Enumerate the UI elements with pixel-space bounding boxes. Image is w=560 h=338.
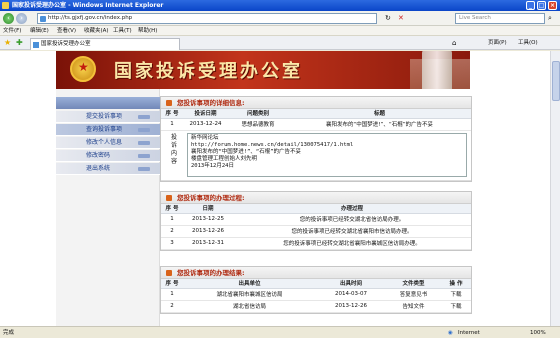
column-header: 日期 [183,204,233,214]
zoom-level[interactable]: 100% [530,327,546,338]
minimize-button[interactable]: _ [526,1,535,10]
globe-icon: ◉ [448,330,453,336]
sidebar-bullet [138,154,150,158]
url-field[interactable]: http://ts.gjxfj.gov.cn/index.php [37,13,377,24]
table-row: 2 湖北省信访局 2013-12-26 告知文件 下载 [161,300,471,313]
complaint-content: 投诉内容 新华网论坛 http://forum.home.news.cn/det… [161,131,471,181]
table-row: 1 2013-12-25 您的投诉事项已经转交湖北省信访局办理。 [161,213,471,226]
sidebar-item-password[interactable]: 修改密码 [56,150,160,162]
sidebar-bullet [138,167,150,171]
result-table: 序 号 出具单位 出具时间 文件类型 操 作 1 湖北省襄阳市襄城区信访局 20… [161,279,471,313]
section-icon [166,100,172,106]
column-header: 标题 [288,109,471,119]
window-title: 国家投诉受理办公室 - Windows Internet Explorer [12,2,164,9]
sidebar-header [56,97,160,109]
process-panel: 您投诉事项的办理过程: 序 号 日期 办理过程 1 2013-12-25 您的投诉事… [160,191,472,251]
close-button[interactable]: × [548,1,557,10]
page-icon [40,16,46,22]
menu-file[interactable]: 文件(F) [3,26,21,36]
menu-bar: 文件(F) 编辑(E) 查看(V) 收藏夹(A) 工具(T) 帮助(H) [0,26,560,36]
browser-window: 国家投诉受理办公室 - Windows Internet Explorer _ … [0,0,560,338]
forward-button[interactable]: › [16,13,27,24]
column-header: 序 号 [161,109,183,119]
back-button[interactable]: ‹ [3,13,14,24]
title-bar: 国家投诉受理办公室 - Windows Internet Explorer _ … [0,0,560,11]
column-header: 问题类别 [228,109,288,119]
sidebar: 提交投诉事项 查询投诉事项 修改个人信息 修改密码 退出系统 [56,89,160,326]
huabiao-pillar-icon [422,51,452,89]
banner-title: 国家投诉受理办公室 [114,61,303,82]
sidebar-bullet [138,115,150,119]
home-icon[interactable]: ⌂ [452,38,456,48]
result-heading: 您投诉事项的办理结果: [161,267,471,279]
add-favorite-icon[interactable]: ✚ [16,39,23,47]
table-row: 3 2013-12-31 您的投诉事项已经转交湖北省襄阳市襄城区信访局办理。 [161,237,471,250]
menu-edit[interactable]: 编辑(E) [30,26,49,36]
maximize-button[interactable]: □ [537,1,546,10]
sidebar-item-logout[interactable]: 退出系统 [56,163,160,175]
search-icon[interactable]: ⌕ [548,14,552,23]
page-content: 国家投诉受理办公室 提交投诉事项 查询投诉事项 修改个人信息 修改密码 退出系统… [0,51,560,326]
details-table: 序 号 投诉日期 问题类别 标题 1 2013-12-24 思想品德教育 襄阳发… [161,109,471,131]
section-icon [166,270,172,276]
table-row: 1 2013-12-24 思想品德教育 襄阳发布的“中国梦进!”、“石棍”的广告… [161,118,471,131]
favorites-star-icon[interactable]: ★ [4,39,11,47]
column-header: 操 作 [441,279,471,289]
tab-bar: ★ ✚ 国家投诉受理办公室 ⌂ 页面(P) 工具(O) [0,36,560,50]
refresh-icon[interactable]: ↻ [385,14,391,22]
download-link[interactable]: 下载 [441,300,471,313]
result-panel: 您投诉事项的办理结果: 序 号 出具单位 出具时间 文件类型 操 作 1 湖北省… [160,266,472,314]
tab-current[interactable]: 国家投诉受理办公室 [30,38,180,50]
tools-menu[interactable]: 工具(O) [518,38,538,48]
tab-page-icon [33,42,39,48]
menu-help[interactable]: 帮助(H) [138,26,157,36]
sidebar-bullet [138,128,150,132]
section-icon [166,195,172,201]
column-header: 序 号 [161,204,183,214]
zone-label: Internet [458,330,480,336]
sidebar-item-submit[interactable]: 提交投诉事项 [56,111,160,123]
details-heading: 您投诉事项的详细信息: [161,97,471,109]
download-link[interactable]: 下载 [441,288,471,301]
column-header: 文件类型 [386,279,441,289]
site-banner: 国家投诉受理办公室 [56,51,470,89]
menu-tools[interactable]: 工具(T) [113,26,132,36]
process-heading: 您投诉事项的办理过程: [161,192,471,204]
search-input[interactable]: Live Search [455,13,545,24]
stop-icon[interactable]: ✕ [398,14,404,22]
process-table: 序 号 日期 办理过程 1 2013-12-25 您的投诉事项已经转交湖北省信访局办… [161,204,471,250]
column-header: 序 号 [161,279,183,289]
table-row: 2 2013-12-26 您的投诉事项已经转交湖北省襄阳市信访局办理。 [161,225,471,238]
content-label: 投诉内容 [170,133,177,165]
table-row: 1 湖北省襄阳市襄城区信访局 2014-03-07 答复意见书 下载 [161,288,471,301]
column-header: 出具单位 [183,279,316,289]
menu-favorites[interactable]: 收藏夹(A) [84,26,109,36]
page-menu[interactable]: 页面(P) [488,38,507,48]
national-emblem-icon [70,56,96,82]
sidebar-item-profile[interactable]: 修改个人信息 [56,137,160,149]
sidebar-bullet [138,141,150,145]
content-textarea[interactable]: 新华网论坛 http://forum.home.news.cn/detail/1… [187,132,467,177]
column-header: 办理过程 [233,204,471,214]
scrollbar-thumb[interactable] [552,61,560,101]
menu-view[interactable]: 查看(V) [57,26,76,36]
details-panel: 您投诉事项的详细信息: 序 号 投诉日期 问题类别 标题 1 2013-12-2… [160,96,472,182]
ie-icon [2,2,9,9]
status-text: 完成 [3,330,15,336]
status-bar: 完成 ◉ Internet 100% [0,326,560,338]
vertical-scrollbar[interactable] [550,51,560,326]
column-header: 出具时间 [316,279,386,289]
sidebar-item-query[interactable]: 查询投诉事项 [56,124,160,136]
address-bar: ‹ › http://ts.gjxfj.gov.cn/index.php ↻ ✕… [0,11,560,26]
column-header: 投诉日期 [183,109,228,119]
